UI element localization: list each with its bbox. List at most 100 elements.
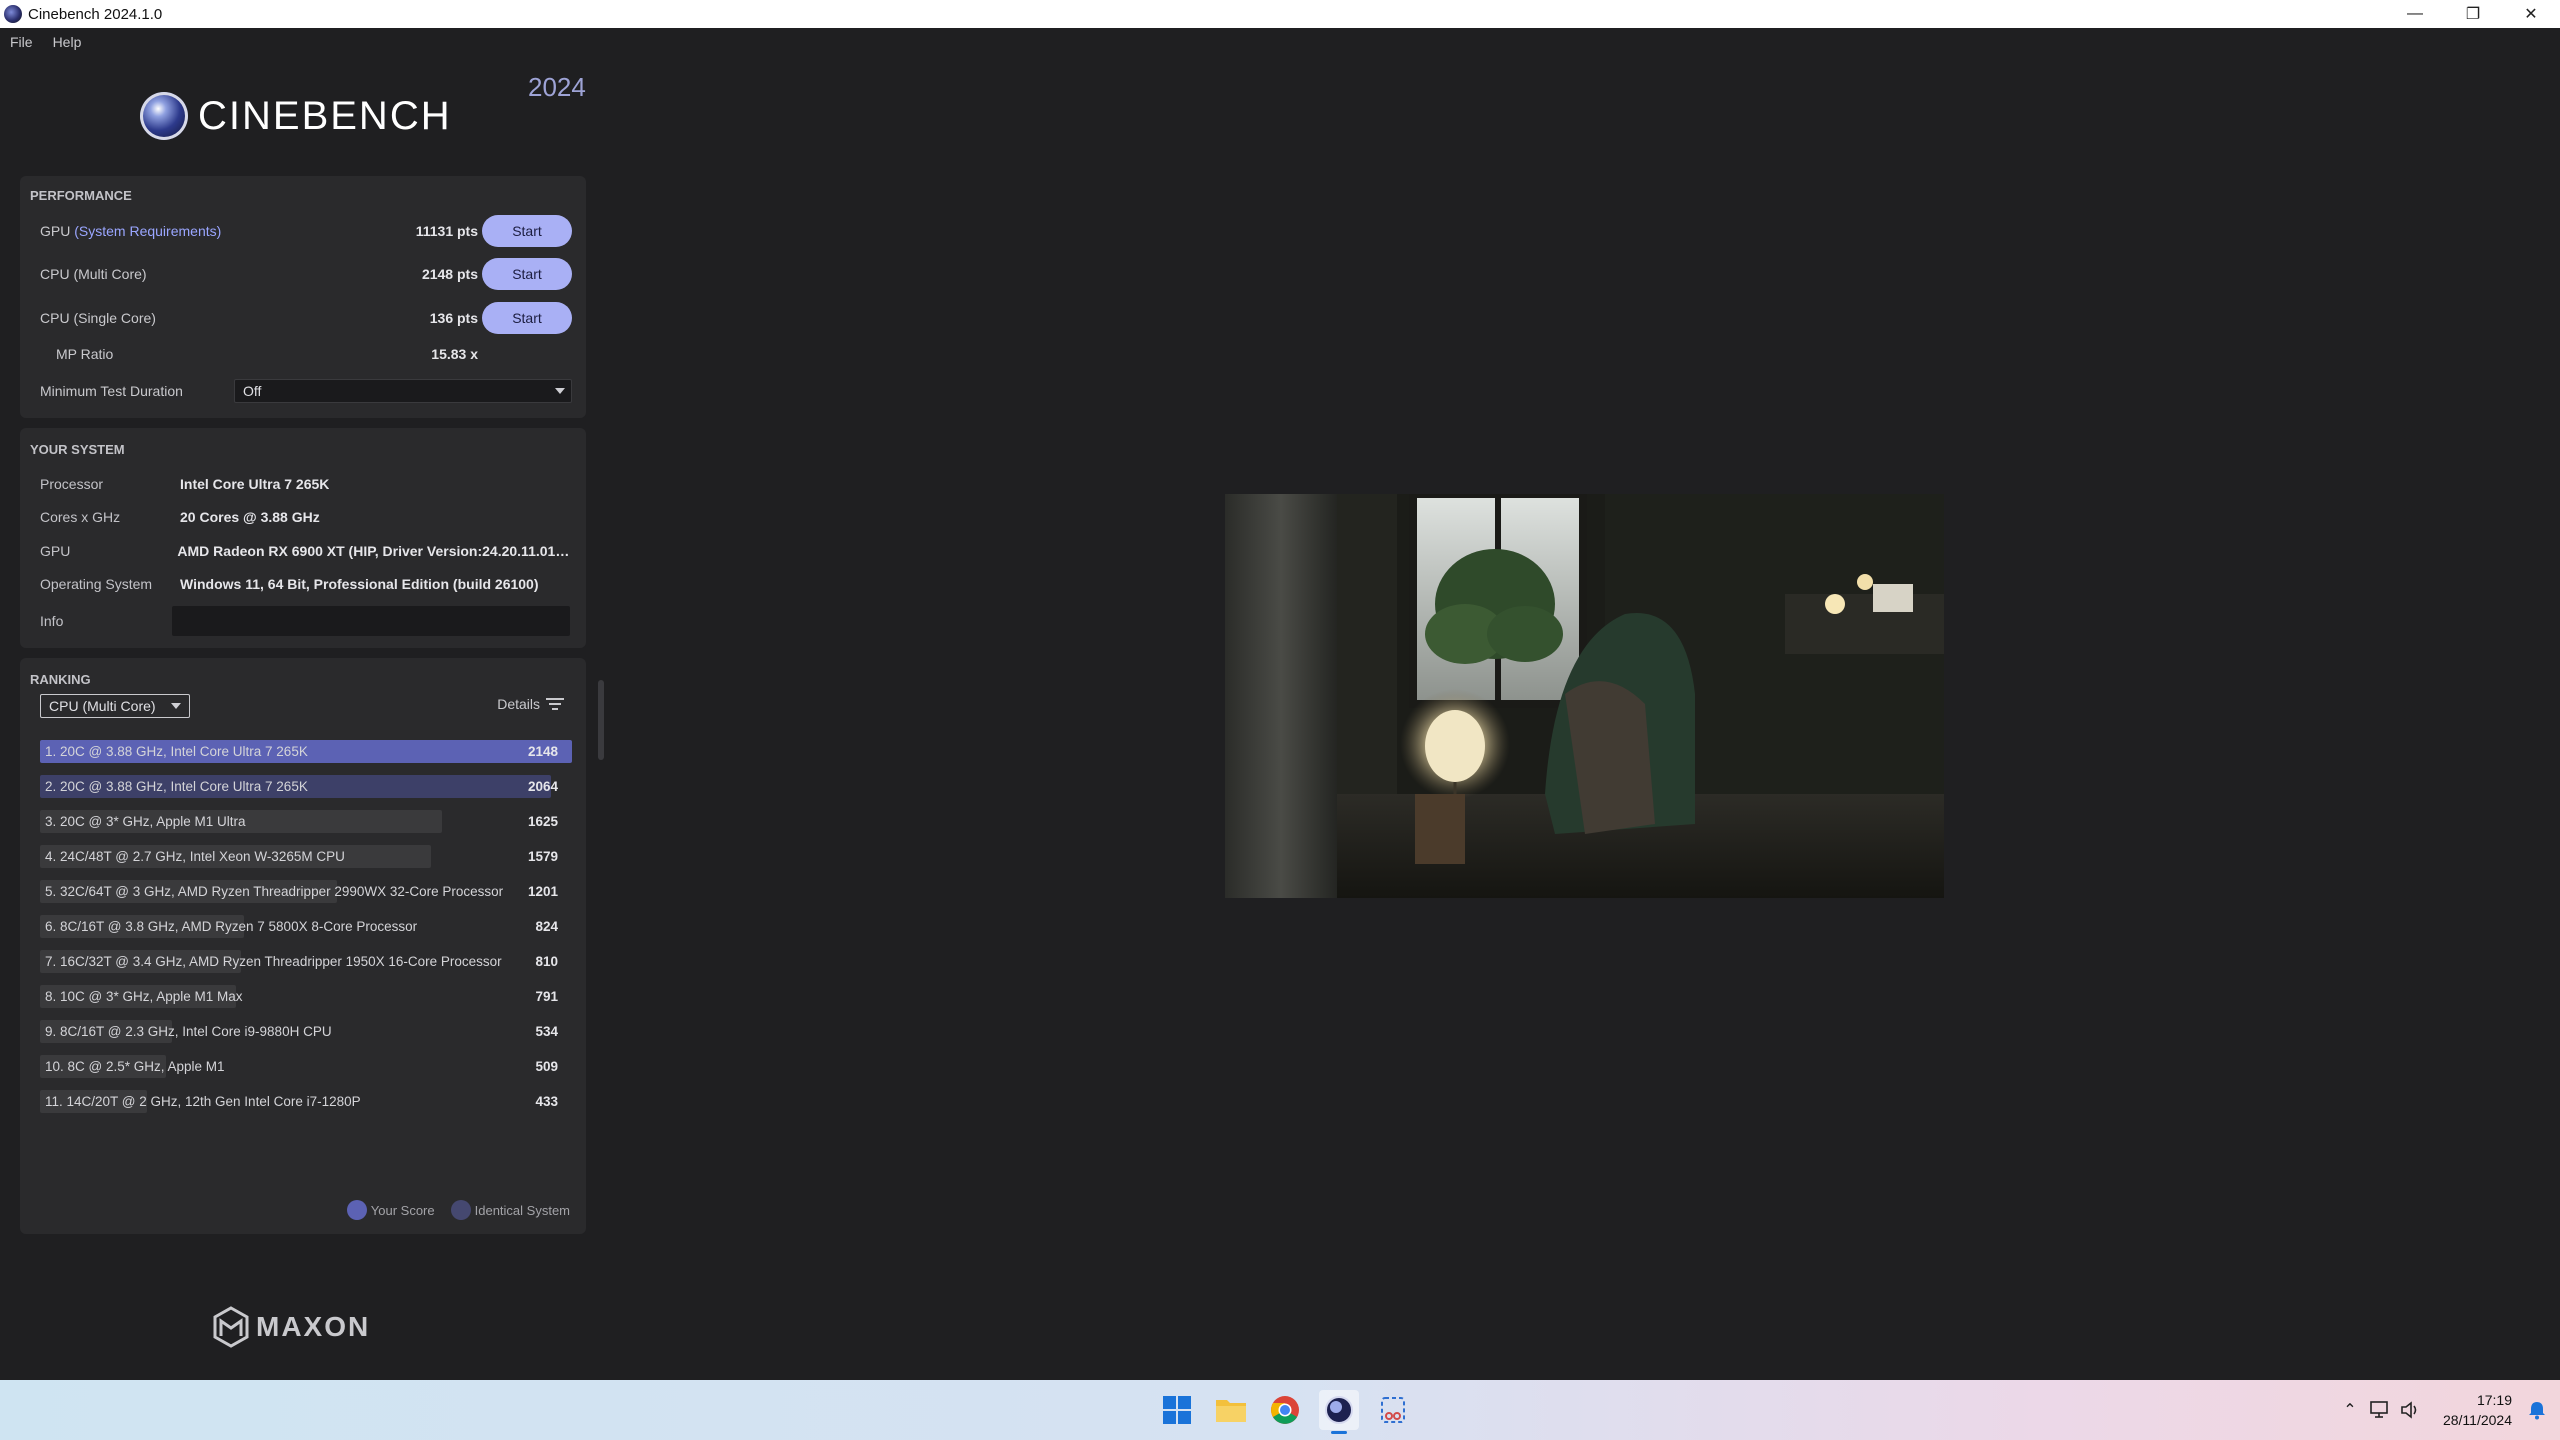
details-label: Details bbox=[497, 696, 540, 712]
ranking-panel: RANKING CPU (Multi Core) Details 1. 20C … bbox=[20, 658, 586, 1234]
min-duration-value: Off bbox=[243, 383, 262, 399]
system-value: 20 Cores @ 3.88 GHz bbox=[180, 509, 320, 525]
menu-bar: File Help bbox=[0, 28, 2560, 56]
ranking-label: 2. 20C @ 3.88 GHz, Intel Core Ultra 7 26… bbox=[45, 779, 308, 794]
ranking-label: 3. 20C @ 3* GHz, Apple M1 Ultra bbox=[45, 814, 246, 829]
clock[interactable]: 17:19 28/11/2024 bbox=[2443, 1390, 2512, 1430]
min-duration-label: Minimum Test Duration bbox=[40, 383, 183, 399]
cinebench-icon[interactable] bbox=[1319, 1390, 1359, 1434]
ranking-item[interactable]: 9. 8C/16T @ 2.3 GHz, Intel Core i9-9880H… bbox=[40, 1014, 572, 1049]
ranking-score: 810 bbox=[535, 954, 558, 969]
details-button[interactable]: Details bbox=[497, 696, 564, 712]
cpu-single-start-button[interactable]: Start bbox=[482, 302, 572, 334]
system-tray: ⌃ 17:19 28/11/2024 bbox=[2335, 1380, 2560, 1440]
chevron-down-icon bbox=[555, 388, 565, 394]
info-label: Info bbox=[40, 613, 64, 629]
chevron-down-icon bbox=[171, 703, 181, 709]
ranking-score: 509 bbox=[535, 1059, 558, 1074]
menu-help[interactable]: Help bbox=[53, 34, 82, 50]
minimize-button[interactable]: — bbox=[2386, 0, 2444, 28]
ranking-label: 7. 16C/32T @ 3.4 GHz, AMD Ryzen Threadri… bbox=[45, 954, 502, 969]
ranking-item[interactable]: 8. 10C @ 3* GHz, Apple M1 Max 791 bbox=[40, 979, 572, 1014]
cpu-single-row: CPU (Single Core) 136 pts Start bbox=[40, 301, 572, 335]
legend-your-score: Your Score bbox=[346, 1200, 435, 1220]
cinebench-logo: CINEBENCH bbox=[140, 92, 452, 140]
filter-icon bbox=[546, 697, 564, 711]
ranking-label: 10. 8C @ 2.5* GHz, Apple M1 bbox=[45, 1059, 225, 1074]
gpu-row: GPU (System Requirements) 11131 pts Star… bbox=[40, 214, 572, 248]
cpu-multi-label: CPU (Multi Core) bbox=[40, 266, 147, 282]
version-year: 2024 bbox=[528, 72, 586, 102]
system-key: GPU bbox=[40, 543, 71, 559]
cpu-single-label: CPU (Single Core) bbox=[40, 310, 156, 326]
ranking-title: RANKING bbox=[30, 672, 91, 687]
gpu-start-button[interactable]: Start bbox=[482, 215, 572, 247]
legend-your-score-label: Your Score bbox=[370, 1202, 435, 1218]
chrome-icon[interactable] bbox=[1265, 1390, 1305, 1430]
snipping-tool-icon[interactable] bbox=[1373, 1390, 1413, 1430]
ranking-label: 9. 8C/16T @ 2.3 GHz, Intel Core i9-9880H… bbox=[45, 1024, 332, 1039]
ranking-score: 1579 bbox=[527, 849, 558, 864]
notification-bell-icon[interactable] bbox=[2522, 1395, 2552, 1425]
logo-text: CINEBENCH bbox=[198, 93, 452, 138]
mp-ratio-label: MP Ratio bbox=[56, 346, 114, 362]
ranking-item[interactable]: 2. 20C @ 3.88 GHz, Intel Core Ultra 7 26… bbox=[40, 769, 572, 804]
maxon-text: MAXON bbox=[256, 1311, 371, 1342]
performance-panel: PERFORMANCE GPU (System Requirements) 11… bbox=[20, 176, 586, 418]
taskbar-apps bbox=[1150, 1390, 1420, 1434]
ranking-item[interactable]: 6. 8C/16T @ 3.8 GHz, AMD Ryzen 7 5800X 8… bbox=[40, 909, 572, 944]
ranking-item[interactable]: 3. 20C @ 3* GHz, Apple M1 Ultra 1625 bbox=[40, 804, 572, 839]
render-preview-image bbox=[1225, 494, 1944, 898]
cpu-multi-start-button[interactable]: Start bbox=[482, 258, 572, 290]
min-duration-dropdown[interactable]: Off bbox=[234, 379, 572, 403]
clock-date: 28/11/2024 bbox=[2442, 1412, 2512, 1428]
maxon-mark-icon bbox=[213, 1306, 249, 1348]
windows-start-icon[interactable] bbox=[1157, 1390, 1197, 1430]
cpu-single-score: 136 pts bbox=[429, 310, 478, 326]
legend-dot-yours bbox=[346, 1200, 367, 1220]
ranking-category-select[interactable]: CPU (Multi Core) bbox=[40, 694, 190, 718]
menu-file[interactable]: File bbox=[10, 34, 33, 50]
file-explorer-icon[interactable] bbox=[1211, 1390, 1251, 1430]
mp-ratio-row: MP Ratio 15.83 x bbox=[56, 337, 572, 371]
ranking-item[interactable]: 11. 14C/20T @ 2 GHz, 12th Gen Intel Core… bbox=[40, 1084, 572, 1119]
ranking-label: 1. 20C @ 3.88 GHz, Intel Core Ultra 7 26… bbox=[45, 744, 308, 759]
panel-scrollbar[interactable] bbox=[598, 680, 604, 760]
window-controls: — ❐ ✕ bbox=[2386, 0, 2560, 28]
legend-identical-system: Identical System bbox=[450, 1200, 570, 1220]
ranking-item[interactable]: 1. 20C @ 3.88 GHz, Intel Core Ultra 7 26… bbox=[40, 734, 572, 769]
chevron-up-icon[interactable]: ⌃ bbox=[2335, 1395, 2365, 1425]
system-row-processor: Processor Intel Core Ultra 7 265K bbox=[40, 469, 572, 499]
cinebench-orb-icon bbox=[140, 92, 188, 140]
system-row-gpu: GPU AMD Radeon RX 6900 XT (HIP, Driver V… bbox=[40, 536, 572, 566]
ranking-item[interactable]: 10. 8C @ 2.5* GHz, Apple M1 509 bbox=[40, 1049, 572, 1084]
volume-icon[interactable] bbox=[2395, 1395, 2425, 1425]
ranking-item[interactable]: 7. 16C/32T @ 3.4 GHz, AMD Ryzen Threadri… bbox=[40, 944, 572, 979]
system-row-os: Operating System Windows 11, 64 Bit, Pro… bbox=[40, 569, 572, 599]
ranking-score: 2064 bbox=[527, 779, 558, 794]
system-key: Operating System bbox=[40, 576, 153, 592]
restore-button[interactable]: ❐ bbox=[2444, 0, 2502, 28]
system-requirements-link[interactable]: (System Requirements) bbox=[74, 223, 221, 239]
ranking-score: 824 bbox=[535, 919, 558, 934]
cinebench-app-icon bbox=[4, 5, 22, 23]
close-button[interactable]: ✕ bbox=[2502, 0, 2560, 28]
window-title: Cinebench 2024.1.0 bbox=[28, 5, 163, 23]
ranking-label: 4. 24C/48T @ 2.7 GHz, Intel Xeon W-3265M… bbox=[45, 849, 345, 864]
ranking-item[interactable]: 4. 24C/48T @ 2.7 GHz, Intel Xeon W-3265M… bbox=[40, 839, 572, 874]
taskbar: ⌃ 17:19 28/11/2024 bbox=[0, 1380, 2560, 1440]
ranking-label: 5. 32C/64T @ 3 GHz, AMD Ryzen Threadripp… bbox=[45, 884, 504, 899]
system-row-cores: Cores x GHz 20 Cores @ 3.88 GHz bbox=[40, 502, 572, 532]
title-bar: Cinebench 2024.1.0 — ❐ ✕ bbox=[0, 0, 2560, 28]
ranking-legend: Your Score Identical System bbox=[331, 1200, 570, 1220]
clock-time: 17:19 bbox=[2476, 1392, 2512, 1408]
min-duration-row: Minimum Test Duration Off bbox=[40, 374, 572, 408]
info-field[interactable] bbox=[172, 606, 570, 636]
ranking-item[interactable]: 5. 32C/64T @ 3 GHz, AMD Ryzen Threadripp… bbox=[40, 874, 572, 909]
network-icon[interactable] bbox=[2365, 1395, 2395, 1425]
system-value: AMD Radeon RX 6900 XT (HIP, Driver Versi… bbox=[177, 543, 572, 559]
ranking-label: 11. 14C/20T @ 2 GHz, 12th Gen Intel Core… bbox=[45, 1094, 361, 1109]
ranking-score: 791 bbox=[535, 989, 558, 1004]
gpu-score: 11131 pts bbox=[415, 223, 478, 239]
ranking-label: 8. 10C @ 3* GHz, Apple M1 Max bbox=[45, 989, 243, 1004]
